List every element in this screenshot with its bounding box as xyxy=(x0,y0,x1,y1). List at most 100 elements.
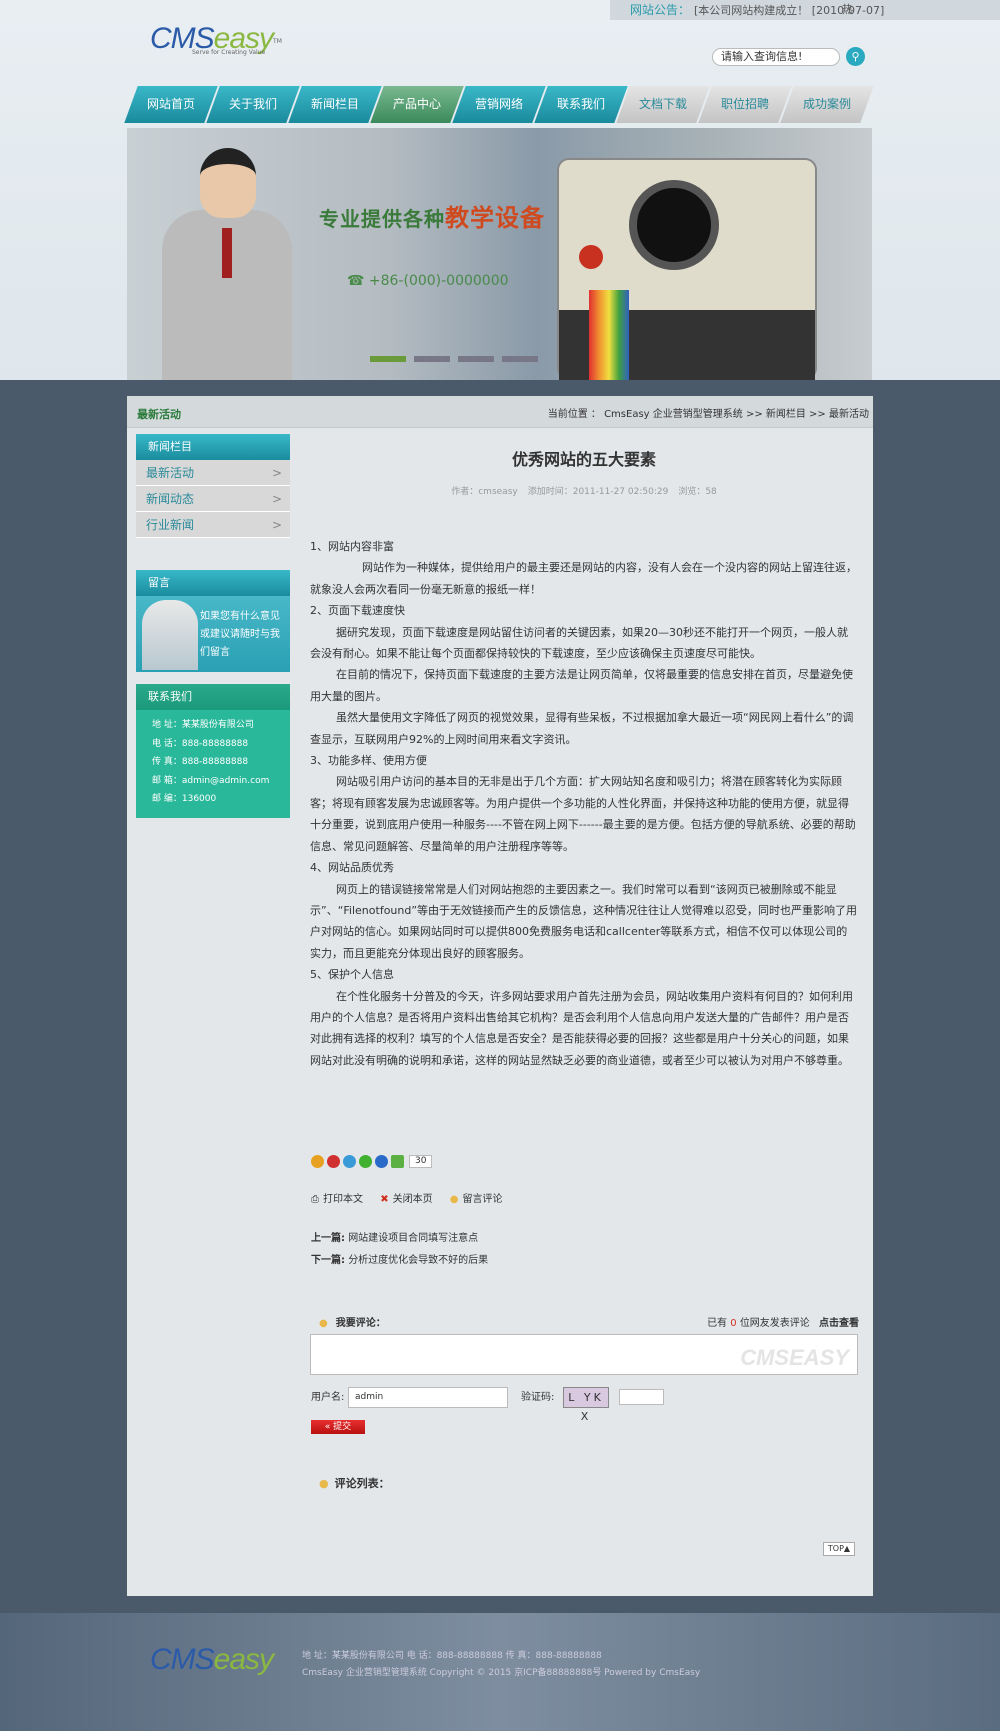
back-to-top-button[interactable]: TOP▲ xyxy=(823,1542,855,1556)
notice-label: 网站公告： xyxy=(630,3,691,17)
article-body: 1、网站内容非富网站作为一种媒体，提供给用户的最主要还是网站的内容，没有人会在一… xyxy=(310,536,858,1071)
article-paragraph: 在目前的情况下，保持页面下载速度的主要方法是让网页简单，仅将最重要的信息安排在首… xyxy=(310,668,853,703)
search-input[interactable]: 请输入查询信息! xyxy=(712,48,840,66)
share-qzone-icon[interactable] xyxy=(311,1155,324,1168)
article-time: 添加时间：2011-11-27 02:50:29 xyxy=(527,487,669,497)
chevron-right-icon: > xyxy=(271,492,282,506)
article-paragraph: 虽然大量使用文字降低了网页的视觉效果，显得有些呆板，不过根据加拿大最近一项“网民… xyxy=(310,711,854,746)
nav-cases[interactable]: 成功案例 xyxy=(780,86,874,123)
nav-contact[interactable]: 联系我们 xyxy=(534,86,628,123)
contact-zip: 邮 编：136000 xyxy=(152,794,217,804)
footer: CMSeasy 地 址：某某股份有限公司 电 话：888-88888888 传 … xyxy=(0,1613,1000,1731)
slide-dot-4[interactable] xyxy=(502,356,538,362)
share-wechat-icon[interactable] xyxy=(359,1155,372,1168)
contact-phone: 电 话：888-88888888 xyxy=(152,738,249,749)
next-article[interactable]: 下一篇: 分析过度优化会导致不好的后果 xyxy=(311,1250,488,1272)
share-count: 30 xyxy=(409,1155,433,1168)
message-box[interactable]: 留言 如果您有什么意见或建议请随时与我们留言 xyxy=(136,570,290,672)
header: 网站公告： [本公司网站构建成立！ [2010-07-07] 热 CMSeasyTM… xyxy=(0,0,1000,380)
nav-network[interactable]: 营销网络 xyxy=(452,86,546,123)
support-avatar xyxy=(142,600,198,670)
view-comments-link[interactable]: 点击查看 xyxy=(819,1318,859,1329)
footer-logo[interactable]: CMSeasy xyxy=(150,1643,274,1677)
submit-button[interactable]: « 提交 xyxy=(311,1420,365,1434)
logo-tagline: Serve for Creating Value xyxy=(192,49,266,56)
username-label: 用户名: xyxy=(311,1392,345,1403)
print-button[interactable]: ⎙ 打印本文 xyxy=(311,1194,363,1205)
article-heading: 4、网站品质优秀 xyxy=(310,861,394,875)
notice-tail: 热 xyxy=(842,3,853,16)
sidebar-item-industry[interactable]: 行业新闻 > xyxy=(136,512,290,538)
notice-bar: 网站公告： [本公司网站构建成立！ [2010-07-07] 热 xyxy=(610,0,1000,20)
comment-form-row: 用户名: admin 验证码: L YK X xyxy=(311,1387,664,1423)
close-page-button[interactable]: ✖ 关闭本页 xyxy=(380,1194,432,1205)
comment-count: 0 xyxy=(730,1318,737,1329)
message-title: 留言 xyxy=(136,570,290,596)
comment-textarea[interactable]: CMSEASY xyxy=(310,1334,858,1375)
nav-home[interactable]: 网站首页 xyxy=(124,86,218,123)
article-views: 浏览：58 xyxy=(678,487,717,497)
contact-title: 联系我们 xyxy=(136,684,290,710)
logo[interactable]: CMSeasyTM Serve for Creating Value xyxy=(150,22,300,62)
message-text: 如果您有什么意见或建议请随时与我们留言 xyxy=(200,611,280,658)
username-input[interactable]: admin xyxy=(348,1387,508,1408)
banner[interactable]: 专业提供各种教学设备 ☎ +86-(000)-0000000 xyxy=(127,128,872,380)
search-button[interactable]: ⚲ xyxy=(846,47,865,66)
comment-count-pre: 已有 xyxy=(707,1318,728,1329)
article-heading: 5、保护个人信息 xyxy=(310,968,394,982)
sidebar-item-news[interactable]: 新闻动态 > xyxy=(136,486,290,512)
contact-email: 邮 箱：admin@admin.com xyxy=(152,775,270,786)
captcha-input[interactable] xyxy=(619,1389,664,1405)
share-more-icon[interactable] xyxy=(391,1155,404,1168)
footer-info: 地 址：某某股份有限公司 电 话：888-88888888 传 真：888-88… xyxy=(302,1648,700,1682)
footer-contact: 地 址：某某股份有限公司 电 话：888-88888888 传 真：888-88… xyxy=(302,1651,602,1661)
captcha-label: 验证码: xyxy=(521,1392,555,1403)
article-paragraph: 在个性化服务十分普及的今天，许多网站要求用户首先注册为会员，网站收集用户资料有何… xyxy=(310,989,853,1067)
nav-about[interactable]: 关于我们 xyxy=(206,86,300,123)
article-heading: 2、页面下载速度快 xyxy=(310,604,405,618)
sidebar-item-latest[interactable]: 最新活动 > xyxy=(136,460,290,486)
captcha-image[interactable]: L YK X xyxy=(563,1387,609,1423)
breadcrumb[interactable]: 当前位置 ： CmsEasy 企业营销型管理系统 >> 新闻栏目 >> 最新活动 xyxy=(548,405,869,420)
article-tools: ⎙ 打印本文 ✖ 关闭本页 ● 留言评论 xyxy=(311,1190,517,1205)
article-paragraph: 网站作为一种媒体，提供给用户的最主要还是网站的内容，没有人会在一个没内容的网站上… xyxy=(310,561,857,596)
comment-link[interactable]: ● 留言评论 xyxy=(450,1194,503,1205)
contact-address: 地 址：某某股份有限公司 xyxy=(152,720,254,730)
main-content: 最新活动 当前位置 ： CmsEasy 企业营销型管理系统 >> 新闻栏目 >>… xyxy=(127,396,873,1596)
logo-tm: TM xyxy=(273,38,282,45)
footer-copyright: CmsEasy 企业营销型管理系统 Copyright © 2015 京ICP备… xyxy=(302,1668,701,1678)
printer-icon: ⎙ xyxy=(311,1194,319,1205)
nav-news[interactable]: 新闻栏目 xyxy=(288,86,382,123)
nav-products[interactable]: 产品中心 xyxy=(370,86,464,123)
share-weibo-icon[interactable] xyxy=(327,1155,340,1168)
article-paragraph: 据研究发现，页面下载速度是网站留住访问者的关键因素，如果20—30秒还不能打开一… xyxy=(310,625,848,661)
sidebar-news: 新闻栏目 最新活动 > 新闻动态 > 行业新闻 > xyxy=(136,434,290,538)
chevron-right-icon: > xyxy=(271,466,282,480)
chevron-right-icon: > xyxy=(271,518,282,532)
comment-bullet-icon: ● xyxy=(319,1477,329,1490)
comment-icon: ● xyxy=(449,1194,459,1205)
sidebar-title: 新闻栏目 xyxy=(136,434,290,460)
slide-dot-3[interactable] xyxy=(458,356,494,362)
slide-dot-1[interactable] xyxy=(370,356,406,362)
comment-watermark: CMSEASY xyxy=(740,1345,849,1370)
close-icon: ✖ xyxy=(380,1194,389,1205)
nav-jobs[interactable]: 职位招聘 xyxy=(698,86,792,123)
article-heading: 3、功能多样、使用方便 xyxy=(310,754,427,768)
comment-title: 我要评论： xyxy=(335,1318,386,1329)
article-paragraph: 网页上的错误链接常常是人们对网站抱怨的主要因素之一。我们时常可以看到“该网页已被… xyxy=(310,882,858,960)
share-tqq-icon[interactable] xyxy=(343,1155,356,1168)
prev-article[interactable]: 上一篇: 网站建设项目合同填写注意点 xyxy=(311,1228,488,1250)
nav-downloads[interactable]: 文档下载 xyxy=(616,86,710,123)
main-nav: 网站首页 关于我们 新闻栏目 产品中心 营销网络 联系我们 文档下载 职位招聘 … xyxy=(124,86,874,123)
article: 优秀网站的五大要素 作者：cmseasy 添加时间：2011-11-27 02:5… xyxy=(310,438,858,1071)
article-heading: 1、网站内容非富 xyxy=(310,540,394,553)
crumb-bar: 最新活动 当前位置 ： CmsEasy 企业营销型管理系统 >> 新闻栏目 >>… xyxy=(127,396,873,428)
contact-fax: 传 真：888-88888888 xyxy=(152,757,249,767)
contact-box: 联系我们 地 址：某某股份有限公司 电 话：888-88888888 传 真：8… xyxy=(136,684,290,818)
slide-dot-2[interactable] xyxy=(414,356,450,362)
notice-text[interactable]: [本公司网站构建成立！ [2010-07-07] xyxy=(694,4,884,17)
share-renren-icon[interactable] xyxy=(375,1155,388,1168)
comment-list-title: ● 评论列表： xyxy=(319,1477,390,1490)
comment-bullet-icon: ● xyxy=(319,1318,328,1329)
